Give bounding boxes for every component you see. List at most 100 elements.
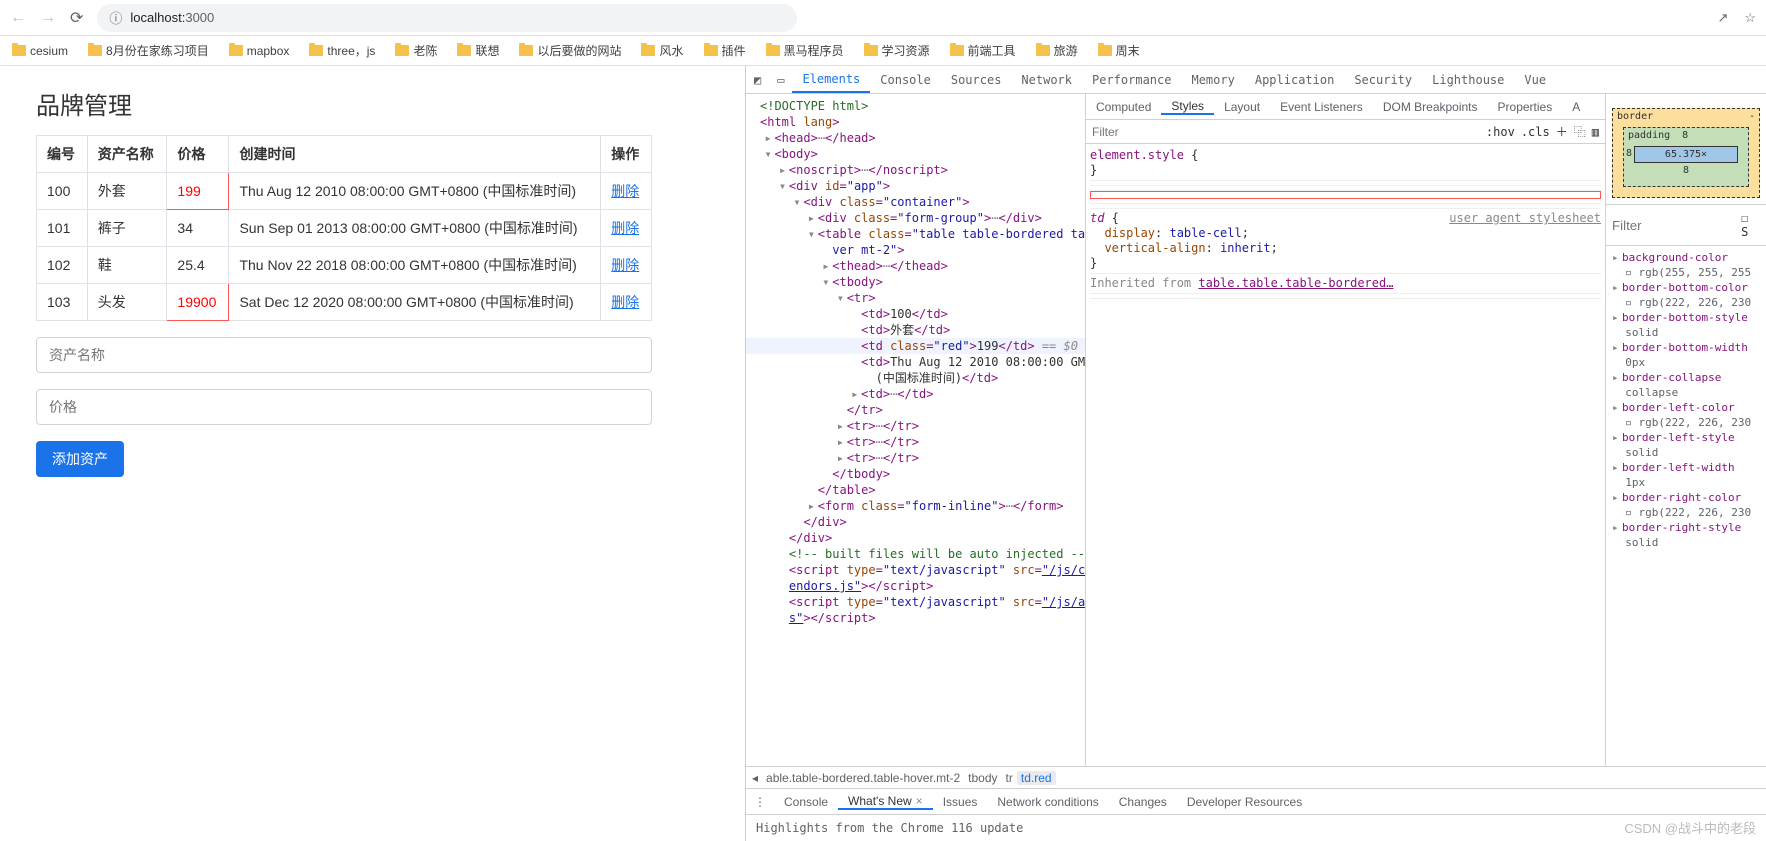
forward-icon[interactable]: →	[40, 9, 56, 27]
dom-line[interactable]: ▸<head>⋯</head>	[746, 130, 1085, 146]
bookmark-item[interactable]: 周末	[1098, 42, 1140, 59]
dom-line[interactable]: <td class="red">199</td> == $0	[746, 338, 1085, 354]
devtools-tab[interactable]: Security	[1344, 66, 1422, 93]
bookmark-item[interactable]: 黑马程序员	[766, 42, 844, 59]
styles-subtab[interactable]: Layout	[1214, 100, 1270, 114]
bookmark-item[interactable]: 老陈	[395, 42, 437, 59]
dom-line[interactable]: ▸<noscript>⋯</noscript>	[746, 162, 1085, 178]
computed-prop[interactable]: ▸border-collapse collapse	[1612, 370, 1760, 400]
dom-line[interactable]: <script type="text/javascript" src="/js/…	[746, 562, 1085, 578]
styles-subtab[interactable]: Styles	[1161, 99, 1214, 115]
dom-line[interactable]: </tr>	[746, 402, 1085, 418]
breadcrumb-item[interactable]: tbody	[964, 771, 1001, 785]
styles-subtab[interactable]: Event Listeners	[1270, 100, 1373, 114]
dom-line[interactable]: ▾<div class="container">	[746, 194, 1085, 210]
cls-toggle[interactable]: .cls	[1521, 125, 1550, 139]
css-rule[interactable]: element.style {}	[1090, 146, 1601, 181]
delete-link[interactable]: 删除	[611, 220, 639, 236]
dom-line[interactable]: ▸<thead>⋯</thead>	[746, 258, 1085, 274]
hov-toggle[interactable]: :hov	[1486, 125, 1515, 139]
styles-subtab[interactable]: Properties	[1488, 100, 1563, 114]
delete-link[interactable]: 删除	[611, 294, 639, 310]
styles-filter-input[interactable]	[1092, 125, 1480, 139]
computed-prop[interactable]: ▸border-bottom-style solid	[1612, 310, 1760, 340]
reload-icon[interactable]: ⟳	[70, 8, 83, 28]
dom-line[interactable]: <!-- built files will be auto injected -…	[746, 546, 1085, 562]
drawer-tab[interactable]: Console	[774, 795, 838, 809]
drawer-tab[interactable]: What's New×	[838, 794, 933, 810]
devtools-tab[interactable]: Application	[1245, 66, 1344, 93]
dom-line[interactable]: ▸<td>⋯</td>	[746, 386, 1085, 402]
bookmark-item[interactable]: 8月份在家练习项目	[88, 42, 209, 59]
dom-line[interactable]: </div>	[746, 514, 1085, 530]
devtools-tab[interactable]: Elements	[792, 66, 870, 93]
dom-line[interactable]: ▾<tr>	[746, 290, 1085, 306]
devtools-tab[interactable]: Lighthouse	[1422, 66, 1514, 93]
grid-icon[interactable]: ▥	[1592, 125, 1599, 139]
dom-line[interactable]: s"></script>	[746, 610, 1085, 626]
drawer-menu-icon[interactable]: ⋮	[746, 795, 774, 809]
drawer-tab[interactable]: Issues	[933, 795, 988, 809]
address-bar[interactable]: ⓘ localhost:3000	[97, 4, 797, 32]
computed-prop[interactable]: ▸border-left-color ▫ rgb(222, 226, 230	[1612, 400, 1760, 430]
breadcrumb-item[interactable]: td.red	[1017, 771, 1056, 785]
bookmark-item[interactable]: 学习资源	[864, 42, 930, 59]
dom-line[interactable]: (中国标准时间)</td>	[746, 370, 1085, 386]
dom-line[interactable]: <td>100</td>	[746, 306, 1085, 322]
dom-line[interactable]: ▸<form class="form-inline">⋯</form>	[746, 498, 1085, 514]
delete-link[interactable]: 删除	[611, 257, 639, 273]
devtools-tab[interactable]: Performance	[1082, 66, 1181, 93]
devtools-tab[interactable]: Memory	[1181, 66, 1244, 93]
dom-tree[interactable]: <!DOCTYPE html><html lang> ▸<head>⋯</hea…	[746, 94, 1086, 766]
bookmark-item[interactable]: 前端工具	[950, 42, 1016, 59]
dom-line[interactable]: ▾<body>	[746, 146, 1085, 162]
drawer-tab[interactable]: Developer Resources	[1177, 795, 1312, 809]
dom-line[interactable]: ▾<div id="app">	[746, 178, 1085, 194]
breadcrumb-item[interactable]: tr	[1002, 771, 1017, 785]
breadcrumb-item[interactable]: able.table-bordered.table-hover.mt-2	[762, 771, 964, 785]
dom-line[interactable]: </tbody>	[746, 466, 1085, 482]
css-rule[interactable]: </span><span class="sel">.red</span> {<b…	[1090, 191, 1601, 199]
css-rule[interactable]: user agent stylesheettd { display: table…	[1090, 209, 1601, 274]
devtools-tab[interactable]: Sources	[941, 66, 1012, 93]
close-icon[interactable]: ×	[916, 794, 923, 808]
dom-line[interactable]: ver mt-2">	[746, 242, 1085, 258]
dom-line[interactable]: endors.js"></script>	[746, 578, 1085, 594]
drawer-tab[interactable]: Network conditions	[987, 795, 1108, 809]
add-asset-button[interactable]: 添加资产	[36, 441, 124, 477]
dom-line[interactable]: <td>外套</td>	[746, 322, 1085, 338]
info-icon[interactable]: ⓘ	[109, 8, 122, 27]
css-rule[interactable]: Inherited from table.table.table-bordere…	[1090, 274, 1601, 294]
styles-subtab[interactable]: A	[1562, 100, 1590, 114]
computed-prop[interactable]: ▸background-color ▫ rgb(255, 255, 255	[1612, 250, 1760, 280]
copy-icon[interactable]: ⿻	[1574, 123, 1586, 140]
dom-line[interactable]: <script type="text/javascript" src="/js/…	[746, 594, 1085, 610]
bookmark-item[interactable]: three，js	[309, 42, 375, 59]
computed-prop[interactable]: ▸border-bottom-width 0px	[1612, 340, 1760, 370]
drawer-tab[interactable]: Changes	[1109, 795, 1177, 809]
inspect-icon[interactable]: ◩	[746, 73, 769, 87]
new-rule-icon[interactable]: ＋	[1556, 123, 1568, 140]
dom-line[interactable]: ▸<tr>⋯</tr>	[746, 450, 1085, 466]
crumb-left-icon[interactable]: ◂	[752, 771, 758, 785]
asset-price-input[interactable]	[36, 389, 652, 425]
share-icon[interactable]: ↗	[1717, 10, 1728, 26]
computed-prop[interactable]: ▸border-right-color ▫ rgb(222, 226, 230	[1612, 490, 1760, 520]
dom-breadcrumb[interactable]: ◂ able.table-bordered.table-hover.mt-2tb…	[746, 766, 1766, 788]
dom-line[interactable]: </table>	[746, 482, 1085, 498]
styles-subtab[interactable]: DOM Breakpoints	[1373, 100, 1488, 114]
computed-prop[interactable]: ▸border-bottom-color ▫ rgb(222, 226, 230	[1612, 280, 1760, 310]
dom-line[interactable]: ▾<table class="table table-bordered tabl…	[746, 226, 1085, 242]
dom-line[interactable]: ▸<tr>⋯</tr>	[746, 434, 1085, 450]
delete-link[interactable]: 删除	[611, 183, 639, 199]
back-icon[interactable]: ←	[10, 9, 26, 27]
bookmark-item[interactable]: 以后要做的网站	[519, 42, 621, 59]
dom-line[interactable]: <td>Thu Aug 12 2010 08:00:00 GMT+0800	[746, 354, 1085, 370]
computed-prop[interactable]: ▸border-left-width 1px	[1612, 460, 1760, 490]
dom-line[interactable]: </div>	[746, 530, 1085, 546]
dom-line[interactable]: ▾<tbody>	[746, 274, 1085, 290]
devtools-tab[interactable]: Network	[1011, 66, 1082, 93]
computed-filter-input[interactable]	[1612, 218, 1741, 233]
star-icon[interactable]: ☆	[1744, 10, 1756, 26]
dom-line[interactable]: ▸<tr>⋯</tr>	[746, 418, 1085, 434]
